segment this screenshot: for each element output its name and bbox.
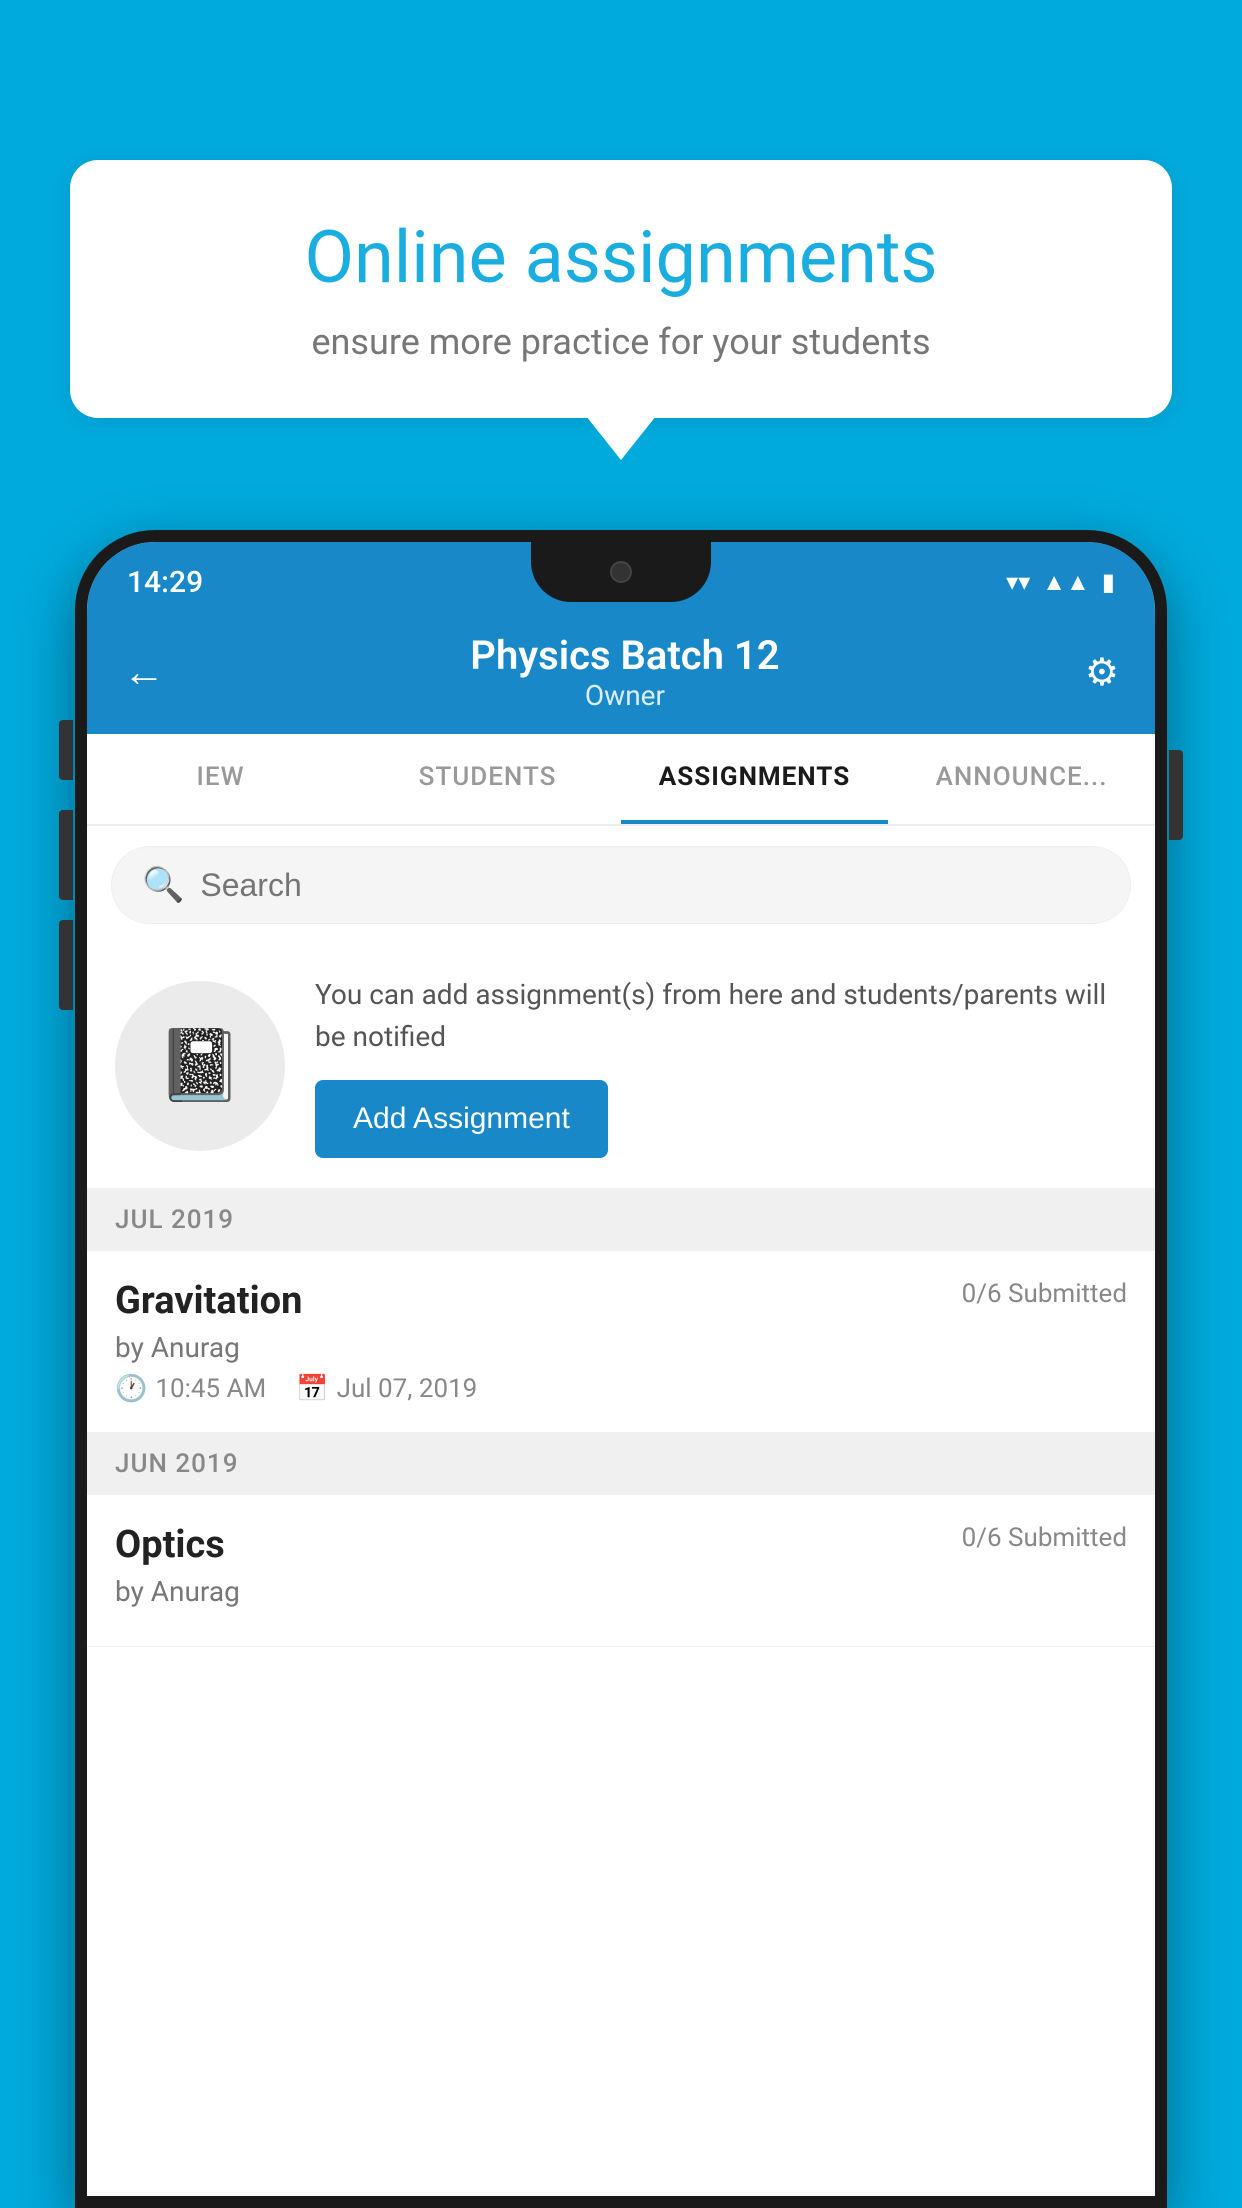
phone-screen: 14:29 ▾▾ ▲▲ ▮ ← Physics Batch 12 Owner ⚙… — [87, 542, 1155, 2196]
tab-announcements[interactable]: ANNOUNCE... — [888, 734, 1155, 824]
header-subtitle: Owner — [165, 679, 1085, 712]
search-icon: 🔍 — [142, 865, 184, 905]
assignment-item-optics[interactable]: Optics 0/6 Submitted by Anurag — [87, 1495, 1155, 1647]
speech-bubble-subtitle: ensure more practice for your students — [130, 321, 1112, 363]
assignment-top: Gravitation 0/6 Submitted — [115, 1279, 1127, 1323]
assignment-meta: 🕐 10:45 AM 📅 Jul 07, 2019 — [115, 1374, 1127, 1404]
silent-button — [59, 920, 73, 1010]
volume-down-button — [59, 810, 73, 900]
assignment-top-optics: Optics 0/6 Submitted — [115, 1523, 1127, 1567]
signal-icon: ▲▲ — [1042, 568, 1090, 597]
assignment-submitted-optics: 0/6 Submitted — [962, 1523, 1127, 1553]
add-assignment-button[interactable]: Add Assignment — [315, 1080, 608, 1158]
status-time: 14:29 — [127, 565, 203, 600]
phone-notch — [531, 542, 711, 602]
assignment-time: 🕐 10:45 AM — [115, 1374, 266, 1404]
app-header: ← Physics Batch 12 Owner ⚙ — [87, 614, 1155, 734]
tab-assignments[interactable]: ASSIGNMENTS — [621, 734, 888, 824]
notebook-icon: 📓 — [156, 1025, 243, 1107]
search-container: 🔍 — [87, 826, 1155, 944]
tabs-container: IEW STUDENTS ASSIGNMENTS ANNOUNCE... — [87, 734, 1155, 826]
assignment-by-optics: by Anurag — [115, 1575, 1127, 1608]
wifi-icon: ▾▾ — [1006, 568, 1030, 596]
clock-icon: 🕐 — [115, 1374, 147, 1404]
camera — [610, 561, 632, 583]
battery-icon: ▮ — [1102, 568, 1115, 596]
assignment-name: Gravitation — [115, 1279, 302, 1323]
speech-bubble-title: Online assignments — [130, 215, 1112, 301]
section-header-jul: JUL 2019 — [87, 1189, 1155, 1251]
assignment-item-gravitation[interactable]: Gravitation 0/6 Submitted by Anurag 🕐 10… — [87, 1251, 1155, 1433]
assignment-date: 📅 Jul 07, 2019 — [296, 1374, 477, 1404]
tab-iew[interactable]: IEW — [87, 734, 354, 824]
phone-frame: 14:29 ▾▾ ▲▲ ▮ ← Physics Batch 12 Owner ⚙… — [75, 530, 1167, 2208]
speech-bubble-container: Online assignments ensure more practice … — [70, 160, 1172, 418]
calendar-icon: 📅 — [296, 1374, 328, 1404]
search-bar[interactable]: 🔍 — [111, 846, 1131, 924]
promo-content: You can add assignment(s) from here and … — [315, 974, 1127, 1158]
header-center: Physics Batch 12 Owner — [165, 632, 1085, 712]
power-button — [1169, 750, 1183, 840]
header-title: Physics Batch 12 — [165, 632, 1085, 679]
section-header-jun: JUN 2019 — [87, 1433, 1155, 1495]
promo-card: 📓 You can add assignment(s) from here an… — [87, 944, 1155, 1189]
assignment-by: by Anurag — [115, 1331, 1127, 1364]
settings-button[interactable]: ⚙ — [1085, 650, 1119, 695]
assignment-name-optics: Optics — [115, 1523, 225, 1567]
tab-students[interactable]: STUDENTS — [354, 734, 621, 824]
volume-up-button — [59, 720, 73, 780]
back-button[interactable]: ← — [123, 648, 165, 697]
status-icons: ▾▾ ▲▲ ▮ — [1006, 568, 1115, 597]
speech-bubble: Online assignments ensure more practice … — [70, 160, 1172, 418]
search-input[interactable] — [200, 867, 1100, 904]
assignment-submitted: 0/6 Submitted — [962, 1279, 1127, 1309]
promo-text: You can add assignment(s) from here and … — [315, 974, 1127, 1058]
promo-icon-circle: 📓 — [115, 981, 285, 1151]
